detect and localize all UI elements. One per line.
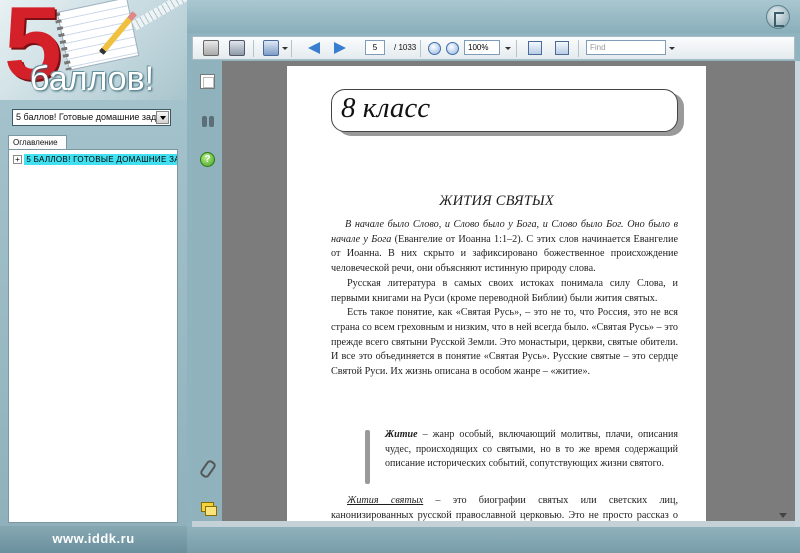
help-icon[interactable]: ?: [200, 152, 215, 167]
navigation-panel: ?: [192, 61, 222, 527]
find-input[interactable]: Find: [586, 40, 666, 55]
fit-page-icon[interactable]: [555, 41, 569, 55]
tab-contents[interactable]: Оглавление: [8, 135, 67, 149]
fit-width-icon[interactable]: [528, 41, 542, 55]
document-page: 8 класс ЖИТИЯ СВЯТЫХ В начале было Слово…: [287, 66, 706, 527]
chapter-title: ЖИТИЯ СВЯТЫХ: [439, 193, 554, 209]
exit-icon[interactable]: [766, 5, 790, 29]
frame-footer: [187, 527, 800, 553]
chevron-down-icon[interactable]: [505, 47, 511, 50]
definition-callout: Житие – жанр особый, включающий молитвы,…: [365, 428, 678, 484]
save-icon[interactable]: [229, 40, 245, 56]
chevron-down-icon[interactable]: [156, 111, 169, 124]
logo-word: баллов!: [30, 60, 155, 98]
paragraph: Русская литература в самых своих истоках…: [331, 277, 678, 304]
app-logo: 5 баллов!: [0, 0, 187, 100]
toolbar-divider: [516, 40, 517, 57]
print-icon[interactable]: [203, 40, 219, 56]
grade-banner: 8 класс: [331, 89, 678, 132]
left-pane: 5 баллов! 5 баллов! Готовые домашние зад…: [0, 0, 187, 553]
frame-header: [187, 0, 800, 33]
pages-icon[interactable]: [200, 74, 215, 89]
chevron-down-icon[interactable]: [669, 47, 675, 50]
viewer-toolbar: 5 / 1033 100% Find: [192, 36, 795, 60]
toc-item[interactable]: + 5 БАЛЛОВ! ГОТОВЫЕ ДОМАШНИЕ ЗА: [13, 154, 177, 167]
book-select[interactable]: 5 баллов! Готовые домашние зад: [12, 109, 171, 126]
paragraph-epigraph: В начале было Слово, и Слово было у Бога…: [331, 218, 678, 277]
expand-icon[interactable]: +: [13, 155, 22, 165]
zoom-in-icon[interactable]: [446, 42, 459, 55]
body-text: В начале было Слово, и Слово было у Бога…: [331, 218, 678, 380]
attachment-icon[interactable]: [200, 460, 215, 475]
vertical-scrollbar[interactable]: [795, 61, 800, 527]
site-url[interactable]: www.iddk.ru: [0, 526, 187, 553]
comments-icon[interactable]: [200, 501, 217, 516]
grade-title: 8 класс: [341, 92, 431, 124]
paragraph: Есть такое понятие, как «Святая Русь», –…: [331, 307, 678, 378]
toolbar-divider: [253, 40, 254, 57]
search-tool-icon[interactable]: [263, 40, 279, 56]
zoom-out-icon[interactable]: [428, 42, 441, 55]
binoculars-icon[interactable]: [200, 114, 215, 129]
document-viewport[interactable]: 8 класс ЖИТИЯ СВЯТЫХ В начале было Слово…: [222, 61, 795, 527]
page-count: / 1033: [394, 43, 417, 52]
toolbar-divider: [291, 40, 292, 57]
toc-item-label[interactable]: 5 БАЛЛОВ! ГОТОВЫЕ ДОМАШНИЕ ЗА: [24, 154, 177, 166]
callout-term: Житие: [385, 429, 418, 440]
callout-bar: [365, 430, 370, 484]
ruler-graphic: [131, 0, 187, 31]
chevron-down-icon[interactable]: [282, 47, 288, 50]
page-number-input[interactable]: 5: [365, 40, 385, 55]
next-page-icon[interactable]: [332, 40, 348, 56]
book-select-value: 5 баллов! Готовые домашние зад: [16, 112, 157, 122]
toolbar-divider: [578, 40, 579, 57]
callout-text: – жанр особый, включающий молитвы, плачи…: [385, 429, 678, 469]
toolbar-divider: [420, 40, 421, 57]
previous-page-icon[interactable]: [307, 40, 323, 56]
scroll-down-icon[interactable]: [779, 513, 787, 518]
zoom-input[interactable]: 100%: [464, 40, 500, 55]
toc-panel: + 5 БАЛЛОВ! ГОТОВЫЕ ДОМАШНИЕ ЗА: [8, 149, 178, 523]
final-term: Жития святых: [347, 495, 424, 506]
